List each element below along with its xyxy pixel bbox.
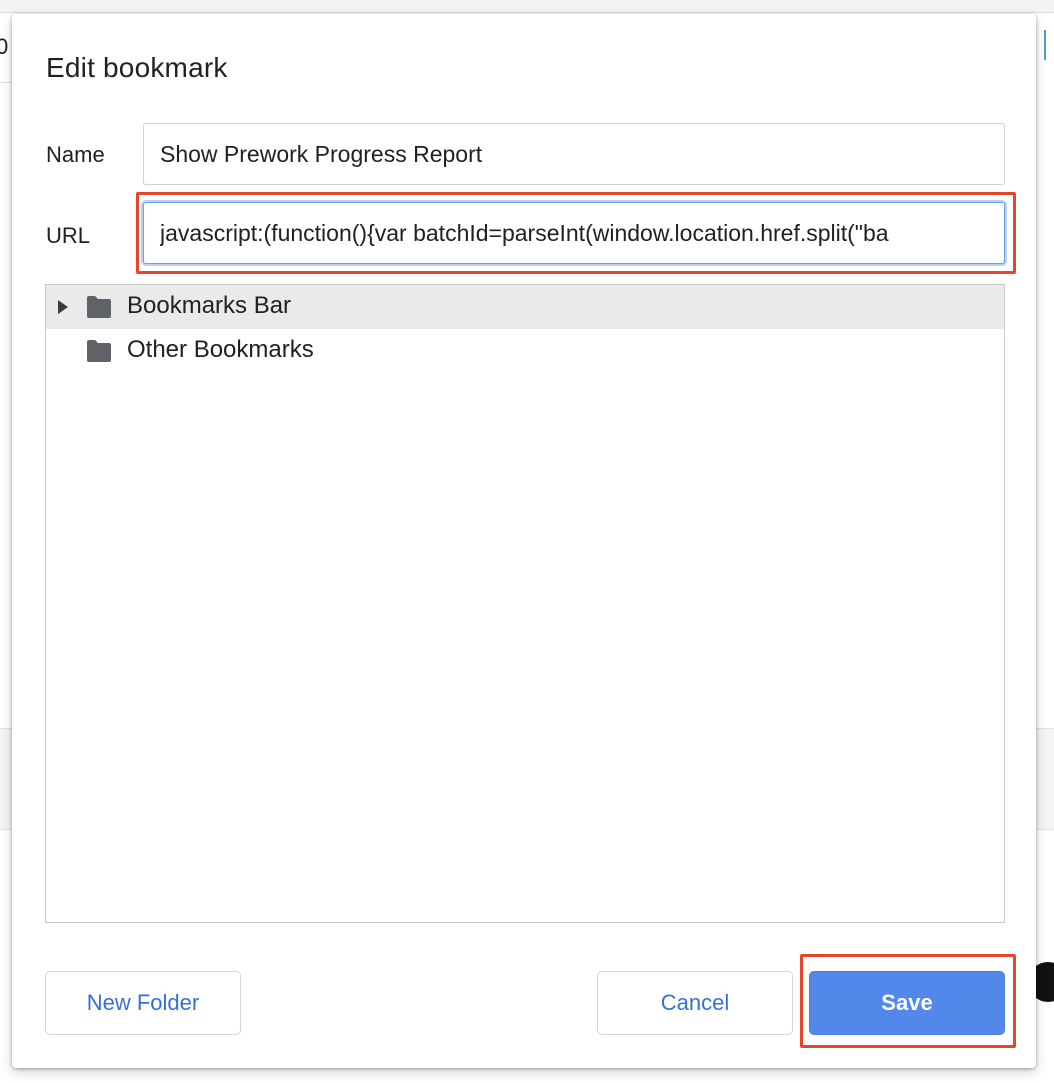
cancel-button[interactable]: Cancel	[597, 971, 793, 1035]
folder-tree[interactable]: Bookmarks Bar Other Bookmarks	[45, 284, 1005, 923]
browser-top-bar	[0, 0, 1054, 13]
edit-bookmark-dialog: Edit bookmark Name URL Bookmarks Bar Oth…	[12, 14, 1036, 1068]
name-label: Name	[46, 142, 105, 167]
background-divider	[0, 82, 12, 83]
tree-item-other-bookmarks[interactable]: Other Bookmarks	[46, 329, 1004, 373]
dialog-title: Edit bookmark	[46, 52, 228, 83]
url-label: URL	[46, 223, 91, 248]
name-input[interactable]	[143, 123, 1005, 185]
background-page-text: 0	[0, 34, 9, 59]
new-folder-button[interactable]: New Folder	[45, 971, 241, 1035]
tree-item-label: Bookmarks Bar	[127, 292, 292, 319]
tree-item-bookmarks-bar[interactable]: Bookmarks Bar	[46, 285, 1004, 329]
tree-item-label: Other Bookmarks	[127, 336, 314, 363]
url-input[interactable]	[143, 202, 1005, 264]
expand-arrow-icon[interactable]	[58, 300, 68, 314]
folder-icon	[87, 296, 111, 318]
background-accent-bar	[1044, 30, 1046, 60]
folder-icon	[87, 340, 111, 362]
save-button[interactable]: Save	[809, 971, 1005, 1035]
